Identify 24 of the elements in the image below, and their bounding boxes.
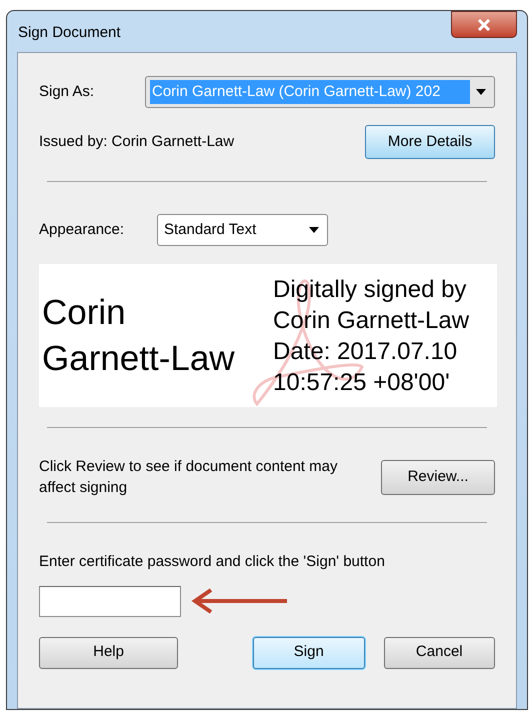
arrow-icon: [191, 587, 287, 615]
caret-icon: [309, 227, 319, 233]
help-button[interactable]: Help: [39, 636, 178, 668]
signature-detail-text: Digitally signed by: [273, 274, 468, 304]
signature-detail-text: Date: 2017.07.10: [273, 336, 458, 366]
signature-detail-text: 10:57:25 +08'00': [273, 368, 451, 398]
close-icon: [477, 18, 491, 30]
signer-name-text: Corin: [42, 292, 127, 334]
appearance-label: Appearance:: [39, 220, 126, 240]
sign-as-label: Sign As:: [39, 82, 96, 102]
appearance-dropdown[interactable]: Standard Text: [157, 214, 328, 246]
issued-by-text: Issued by: Corin Garnett-Law: [39, 132, 234, 152]
review-hint-text: Click Review to see if document content may affect signing: [39, 457, 338, 498]
window-title: Sign Document: [18, 23, 121, 43]
password-hint-text: Enter certificate password and click the 'Sign' button: [39, 552, 386, 572]
more-details-button[interactable]: More Details: [365, 125, 495, 159]
review-button[interactable]: Review...: [381, 460, 495, 494]
signer-name-text: Garnett-Law: [42, 338, 236, 380]
password-field[interactable]: [39, 586, 181, 616]
close-button[interactable]: [451, 11, 517, 38]
signature-detail-text: Corin Garnett-Law: [273, 306, 470, 336]
caret-icon: [476, 89, 486, 95]
cancel-button[interactable]: Cancel: [384, 636, 496, 668]
sign-button[interactable]: Sign: [253, 636, 365, 668]
